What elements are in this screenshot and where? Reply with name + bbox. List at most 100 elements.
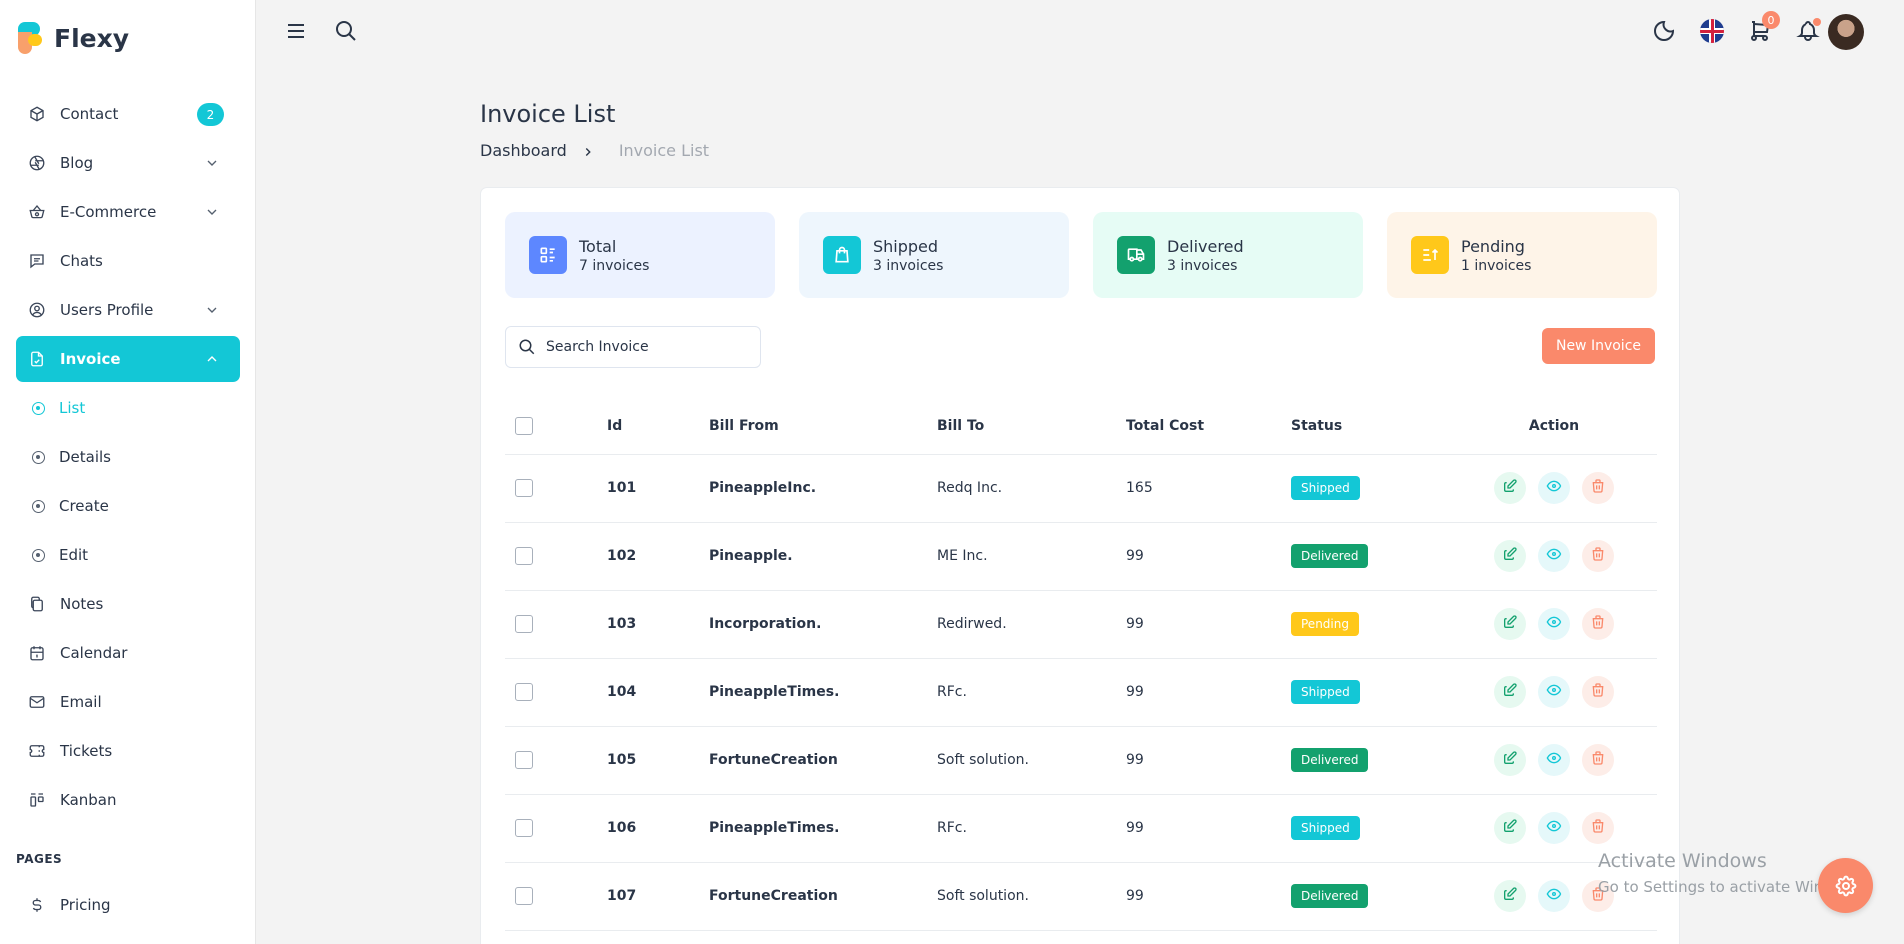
sidebar-item-contact[interactable]: Contact 2 (16, 91, 240, 137)
row-checkbox[interactable] (515, 547, 533, 565)
sidebar-subitem-details[interactable]: Details (16, 434, 240, 480)
sidebar-item-email[interactable]: Email (16, 679, 240, 725)
view-invoice-button[interactable] (1538, 472, 1570, 504)
row-select-cell (505, 590, 607, 659)
new-invoice-button[interactable]: New Invoice (1542, 328, 1655, 364)
sidebar-subitem-label: Details (59, 448, 112, 466)
status-badge: Pending (1291, 612, 1359, 636)
column-header-bill-from[interactable]: Bill From (709, 398, 937, 455)
delete-invoice-button[interactable] (1582, 472, 1614, 504)
edit-invoice-button[interactable] (1494, 744, 1526, 776)
table-row[interactable]: 105 FortuneCreation Soft solution. 99 Delive… (505, 726, 1657, 795)
table-row[interactable]: 106 PineappleTimes. RFc. 99 Shipped (505, 794, 1657, 863)
breadcrumb-dashboard[interactable]: Dashboard (480, 141, 567, 160)
total-cost: 99 (1126, 726, 1291, 795)
sidebar-item-label: Contact (60, 105, 119, 123)
table-row[interactable]: 102 Pineapple. ME Inc. 99 Delivered (505, 522, 1657, 591)
select-all-checkbox[interactable] (515, 416, 533, 435)
table-row[interactable]: 101 PineappleInc. Redq Inc. 165 Shipped (505, 454, 1657, 523)
row-checkbox[interactable] (515, 751, 533, 769)
language-flag-icon[interactable] (1698, 17, 1726, 45)
cart-icon[interactable]: 0 (1746, 11, 1780, 45)
invoice-rows: 101 PineappleInc. Redq Inc. 165 Shipped 102 Pi… (505, 454, 1657, 931)
status-badge: Delivered (1291, 884, 1369, 908)
sidebar-item-notes[interactable]: Notes (16, 581, 240, 627)
view-invoice-button[interactable] (1538, 540, 1570, 572)
view-invoice-button[interactable] (1538, 812, 1570, 844)
row-checkbox[interactable] (515, 683, 533, 701)
stat-total[interactable]: Total 7 invoices (505, 212, 775, 298)
sidebar-item-users-profile[interactable]: Users Profile (16, 287, 240, 333)
moon-icon[interactable] (1650, 17, 1678, 45)
search-invoice-input[interactable] (546, 339, 746, 355)
row-checkbox[interactable] (515, 615, 533, 633)
stat-delivered[interactable]: Delivered 3 invoices (1093, 212, 1363, 298)
avatar[interactable] (1828, 14, 1864, 50)
breadcrumb-current: Invoice List (618, 141, 710, 160)
edit-icon (1502, 750, 1518, 770)
sidebar-item-blog[interactable]: Blog (16, 140, 240, 186)
action-cell (1451, 726, 1657, 795)
invoice-card: Total 7 invoices Shipped 3 invoices Deli… (480, 187, 1680, 944)
table-row[interactable]: 107 FortuneCreation Soft solution. 99 Delive… (505, 862, 1657, 931)
shopping-bag-icon (823, 236, 861, 274)
sidebar-item-ecommerce[interactable]: E-Commerce (16, 189, 240, 235)
view-invoice-button[interactable] (1538, 608, 1570, 640)
delete-invoice-button[interactable] (1582, 540, 1614, 572)
column-header-status[interactable]: Status (1291, 398, 1451, 455)
edit-invoice-button[interactable] (1494, 676, 1526, 708)
column-header-bill-to[interactable]: Bill To (937, 398, 1126, 455)
view-invoice-button[interactable] (1538, 744, 1570, 776)
sidebar-subitem-list[interactable]: List (16, 385, 240, 431)
sidebar-item-chats[interactable]: Chats (16, 238, 240, 284)
edit-invoice-button[interactable] (1494, 880, 1526, 912)
sidebar-subitem-edit[interactable]: Edit (16, 532, 240, 578)
column-header-total-cost[interactable]: Total Cost (1126, 398, 1291, 455)
view-invoice-button[interactable] (1538, 880, 1570, 912)
topbar: 0 (256, 0, 1904, 64)
view-invoice-button[interactable] (1538, 676, 1570, 708)
edit-invoice-button[interactable] (1494, 812, 1526, 844)
stat-pending[interactable]: Pending 1 invoices (1387, 212, 1657, 298)
row-select-cell (505, 454, 607, 523)
stat-shipped[interactable]: Shipped 3 invoices (799, 212, 1069, 298)
row-select-cell (505, 862, 607, 931)
search-invoice-field[interactable] (505, 326, 761, 368)
delete-invoice-button[interactable] (1582, 608, 1614, 640)
row-checkbox[interactable] (515, 819, 533, 837)
search-icon[interactable] (332, 17, 360, 45)
bill-from: Incorporation. (709, 590, 937, 659)
edit-invoice-button[interactable] (1494, 540, 1526, 572)
edit-invoice-button[interactable] (1494, 472, 1526, 504)
action-cell (1451, 658, 1657, 727)
bell-icon[interactable] (1794, 17, 1822, 45)
column-header-id[interactable]: Id (607, 398, 709, 455)
menu-icon[interactable] (282, 17, 310, 45)
sidebar-section-pages: PAGES (16, 852, 63, 866)
bill-to: Soft solution. (937, 726, 1126, 795)
table-row[interactable]: 103 Incorporation. Redirwed. 99 Pending (505, 590, 1657, 659)
table-row[interactable]: 104 PineappleTimes. RFc. 99 Shipped (505, 658, 1657, 727)
contact-count-badge: 2 (197, 103, 224, 126)
sidebar-subitem-label: Edit (59, 546, 89, 564)
sidebar-item-invoice[interactable]: Invoice (16, 336, 240, 382)
sidebar-item-tickets[interactable]: Tickets (16, 728, 240, 774)
row-checkbox[interactable] (515, 887, 533, 905)
delete-invoice-button[interactable] (1582, 676, 1614, 708)
bill-from: PineappleTimes. (709, 658, 937, 727)
settings-fab[interactable] (1818, 858, 1873, 913)
sidebar-item-label: Invoice (60, 350, 121, 368)
delete-invoice-button[interactable] (1582, 744, 1614, 776)
circle-dot-icon (32, 548, 45, 562)
edit-invoice-button[interactable] (1494, 608, 1526, 640)
brand[interactable]: Flexy (18, 20, 129, 56)
delete-invoice-button[interactable] (1582, 812, 1614, 844)
sidebar-item-calendar[interactable]: Calendar (16, 630, 240, 676)
file-check-icon (28, 350, 46, 368)
sidebar-item-kanban[interactable]: Kanban (16, 777, 240, 823)
sidebar-subitem-create[interactable]: Create (16, 483, 240, 529)
status-badge: Shipped (1291, 476, 1360, 500)
user-circle-icon (28, 301, 46, 319)
row-checkbox[interactable] (515, 479, 533, 497)
sidebar-item-pricing[interactable]: Pricing (16, 882, 240, 928)
